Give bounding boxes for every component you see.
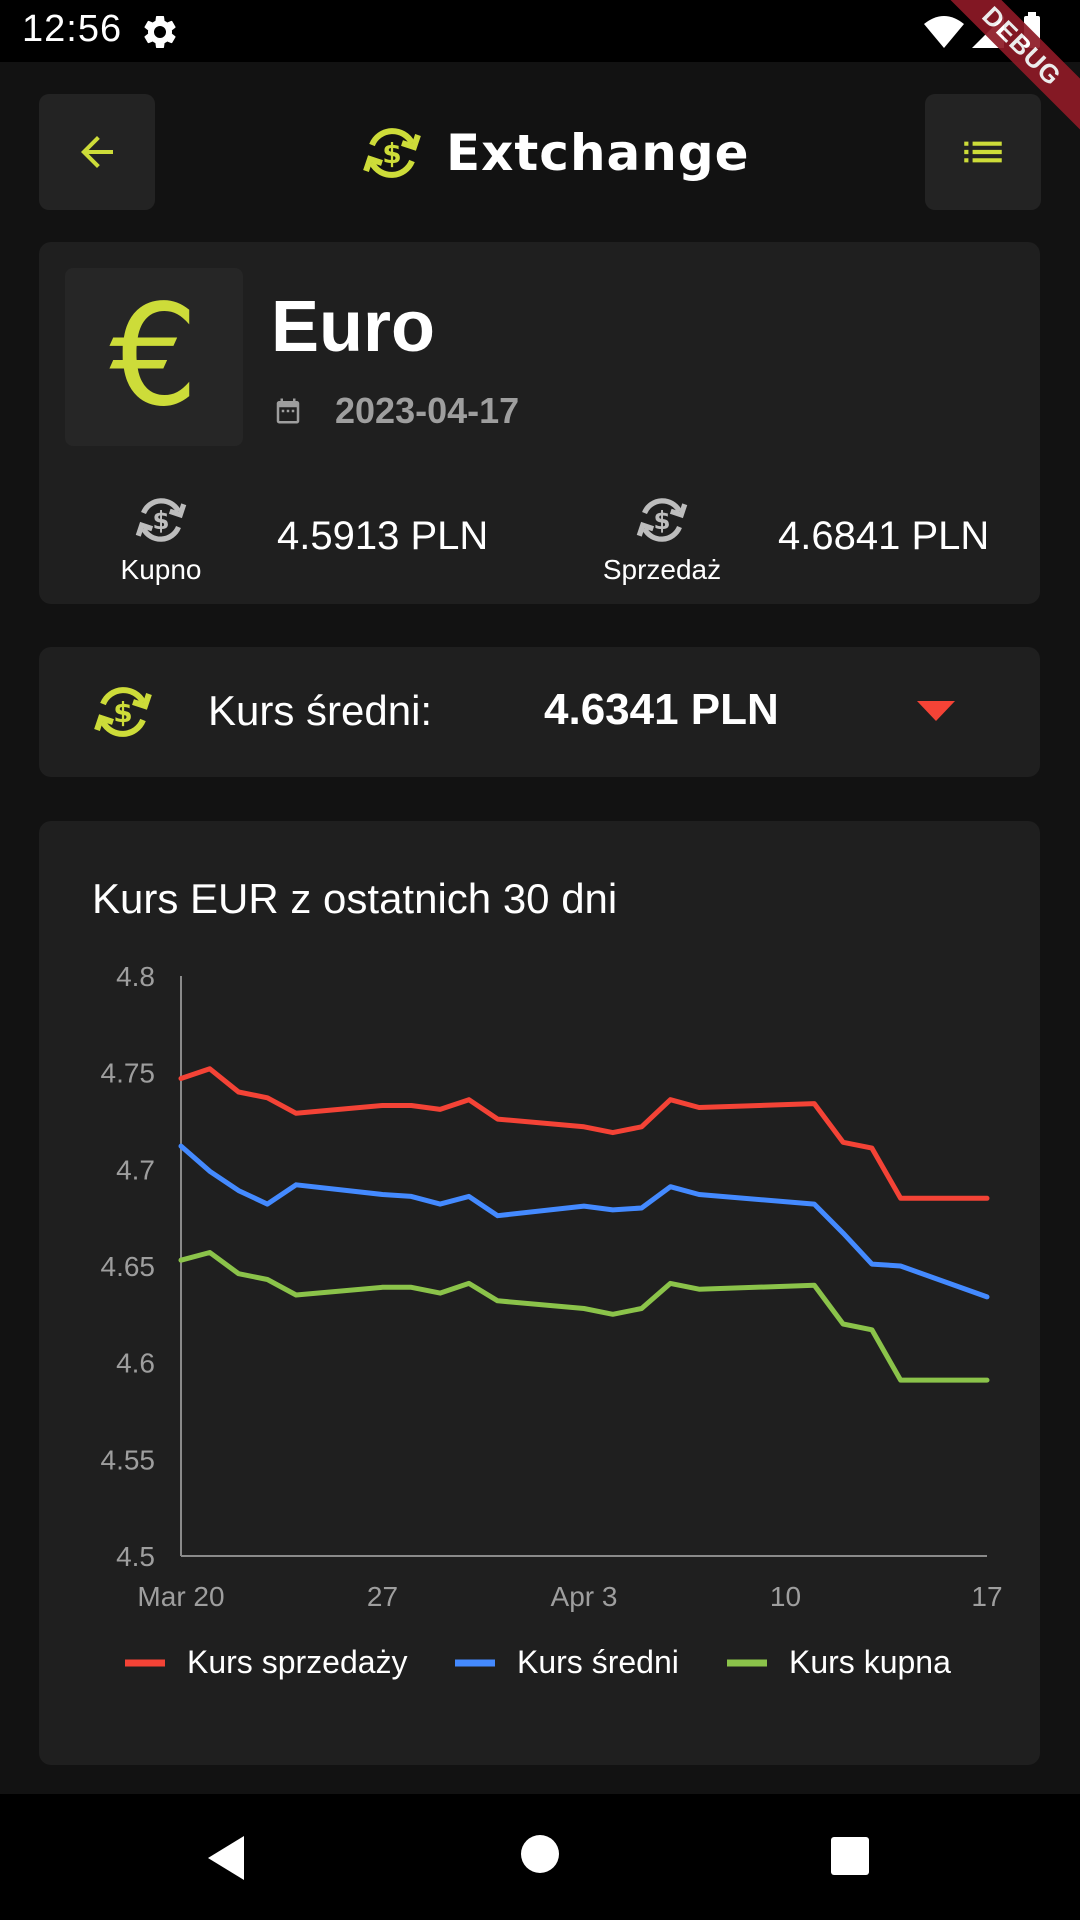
nav-back-icon[interactable] [204,1834,248,1882]
back-button[interactable] [39,94,155,210]
svg-text:$: $ [653,506,670,535]
legend-label: Kurs średni [517,1644,679,1680]
arrow-left-icon [81,136,113,168]
x-tick-label: 10 [770,1581,801,1612]
y-tick-label: 4.8 [116,961,155,992]
y-tick-label: 4.55 [101,1444,156,1475]
sell-label: Sprzedaż [602,554,722,585]
buy-label: Kupno [120,554,202,585]
y-tick-label: 4.5 [116,1541,155,1572]
system-nav-bar [0,1794,1080,1920]
x-tick-label: Mar 20 [137,1581,224,1612]
svg-text:$: $ [382,137,401,170]
average-rate-label: Kurs średni: [208,687,433,734]
y-tick-label: 4.6 [116,1348,155,1379]
currency-symbol-box: € [65,268,243,446]
chart-card: Kurs EUR z ostatnich 30 dni 4.8 4.75 4.7 4.… [39,821,1040,1765]
currency-info-card: € Euro 2023-04-17 $ Kupno 4.5913 PLN $ S… [39,242,1040,604]
sell-icon-col: $ Sprzedaż [592,492,732,586]
rate-line-chart: 4.8 4.75 4.7 4.65 4.6 4.55 4.5 Mar 20 27 Apr 3 10 1… [101,961,1003,1680]
x-tick-label: 27 [367,1581,398,1612]
y-tick-label: 4.75 [101,1058,156,1089]
currency-exchange-icon: $ [636,498,688,542]
settings-gear-icon [144,15,176,48]
legend-label: Kurs kupna [789,1644,951,1680]
svg-text:$: $ [152,506,169,535]
x-tick-label: Apr 3 [551,1581,618,1612]
currency-date: 2023-04-17 [335,390,520,431]
trend-down-icon [917,701,955,721]
euro-icon: € [109,275,199,438]
nav-home-icon[interactable] [520,1834,560,1874]
sell-value: 4.6841 PLN [778,514,990,558]
series-line-1 [178,1066,990,1201]
average-rate-value: 4.6341 PLN [544,685,779,734]
currency-date-row: 2023-04-17 [273,390,519,432]
currency-exchange-icon: $ [94,687,152,737]
calendar-icon [276,398,300,424]
status-bar: 12:56 [0,0,1080,62]
currency-exchange-icon: $ [363,128,421,178]
y-tick-label: 4.65 [101,1251,156,1282]
y-tick-label: 4.7 [116,1154,155,1185]
app-header-title: $ Extchange [360,118,750,188]
wifi-icon [924,16,964,48]
status-time: 12:56 [22,8,123,50]
nav-recents-icon[interactable] [830,1836,870,1876]
svg-text:$: $ [113,696,132,729]
list-icon [964,141,1002,163]
buy-icon-col: $ Kupno [91,492,231,586]
series-line-3 [178,1250,990,1383]
buy-value: 4.5913 PLN [277,514,489,558]
currency-name: Euro [271,287,436,367]
average-rate-card[interactable]: $ Kurs średni: 4.6341 PLN [39,647,1040,777]
list-button[interactable] [925,94,1041,210]
legend-label: Kurs sprzedaży [187,1644,408,1680]
x-tick-label: 17 [971,1581,1002,1612]
series-line-2 [178,1143,990,1300]
app-title: Extchange [446,124,750,182]
currency-exchange-icon: $ [135,498,187,542]
